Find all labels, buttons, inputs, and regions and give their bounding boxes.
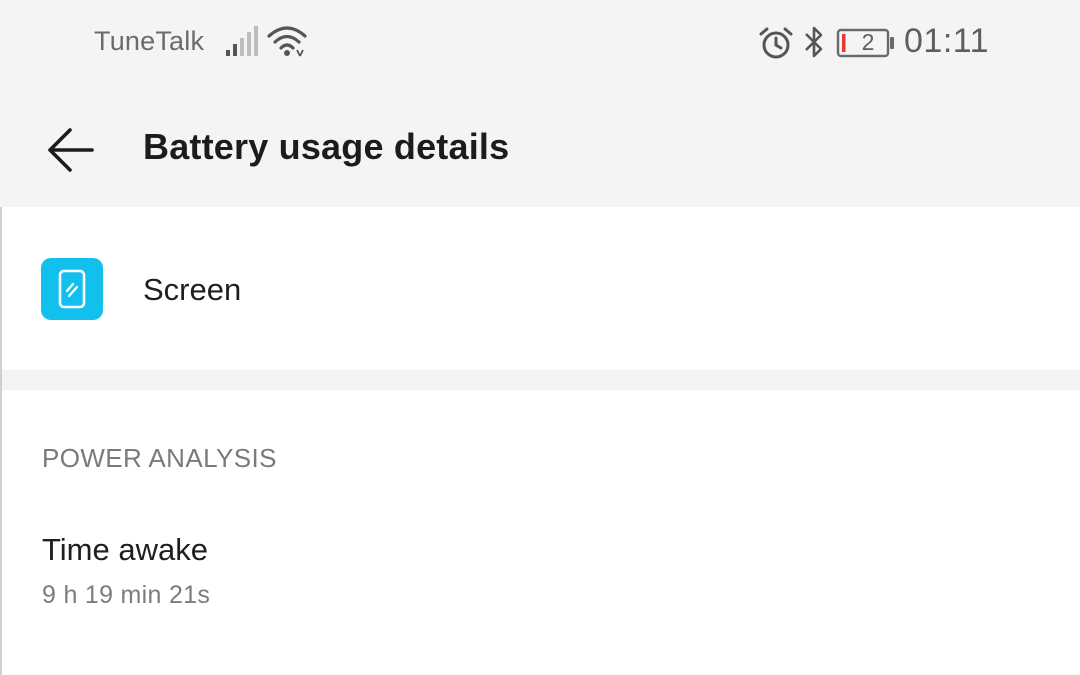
signal-icon [226, 26, 258, 56]
wifi-icon [267, 26, 307, 57]
status-bar: TuneTalk 2 01:11 [0, 0, 1080, 88]
power-analysis-section: POWER ANALYSIS Time awake 9 h 19 min 21s [2, 390, 1080, 675]
bluetooth-icon [805, 26, 823, 58]
time-awake-value: 9 h 19 min 21s [42, 581, 211, 609]
alarm-icon [759, 27, 793, 59]
screen-icon [41, 258, 103, 320]
app-name: Screen [143, 272, 242, 307]
app-bar: Battery usage details [0, 88, 1080, 207]
arrow-left-icon [48, 128, 94, 172]
back-button[interactable] [30, 110, 110, 190]
page-title: Battery usage details [143, 126, 510, 167]
clock: 01:11 [904, 22, 990, 60]
battery-level: 2 [861, 29, 875, 55]
section-header: POWER ANALYSIS [42, 443, 277, 473]
app-item-screen: Screen [2, 207, 1080, 370]
carrier-name: TuneTalk [94, 26, 205, 56]
time-awake-label: Time awake [42, 532, 208, 567]
